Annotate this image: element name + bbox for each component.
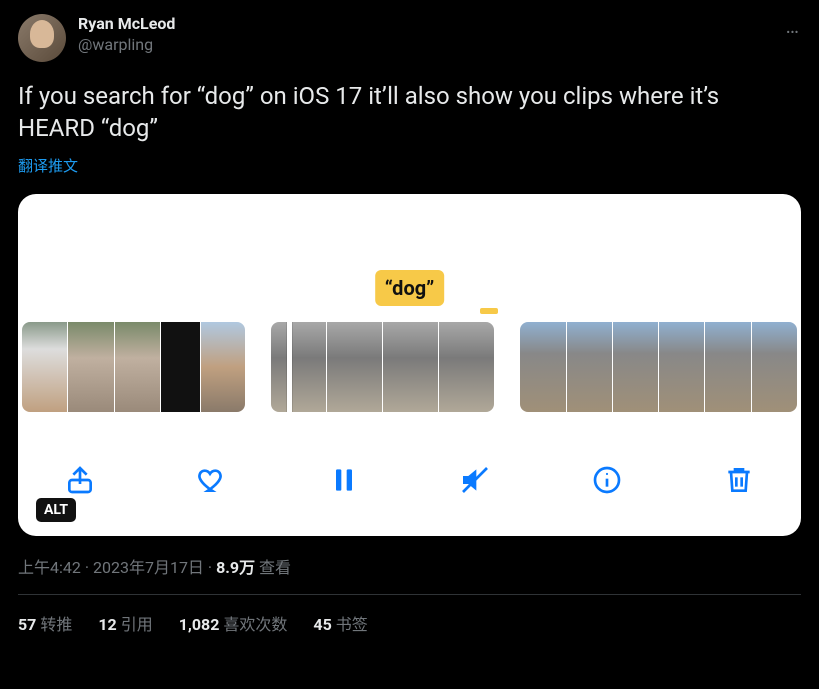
frame [161,322,200,412]
timeline-marker [480,308,498,314]
frame [705,322,750,412]
frame [201,322,244,412]
views-count: 8.9万 [216,558,255,577]
media-toolbar [18,460,801,500]
frame [327,322,382,412]
tweet-text: If you search for “dog” on iOS 17 it’ll … [18,80,801,145]
pause-icon[interactable] [324,460,364,500]
date[interactable]: 2023年7月17日 [93,558,204,577]
clip-strip [18,322,801,412]
trash-icon[interactable] [719,460,759,500]
search-tag: “dog” [375,270,445,306]
frame [567,322,612,412]
handle: @warpling [78,35,175,56]
frame [659,322,704,412]
frame [115,322,160,412]
time[interactable]: 上午4:42 [18,558,81,577]
frame [383,322,438,412]
frame [613,322,658,412]
tweet-header: Ryan McLeod @warpling … [18,14,801,62]
playhead[interactable] [287,322,292,412]
alt-badge[interactable]: ALT [36,498,76,522]
tweet-container: Ryan McLeod @warpling … If you search fo… [0,0,819,635]
quotes-stat[interactable]: 12引用 [98,611,152,635]
frame [22,322,67,412]
clip-thumbnail[interactable] [22,322,245,412]
avatar[interactable] [18,14,66,62]
translate-link[interactable]: 翻译推文 [18,155,801,176]
frame [68,322,113,412]
heart-icon[interactable] [192,460,232,500]
author-names[interactable]: Ryan McLeod @warpling [78,14,175,56]
frame [752,322,797,412]
frame [520,322,565,412]
clip-thumbnail[interactable] [520,322,797,412]
likes-stat[interactable]: 1,082喜欢次数 [179,611,288,635]
stats-row: 57转推 12引用 1,082喜欢次数 45书签 [18,595,801,635]
more-icon[interactable]: … [786,14,801,38]
display-name: Ryan McLeod [78,14,175,35]
media-card[interactable]: “dog” [18,194,801,536]
info-icon[interactable] [587,460,627,500]
tweet-meta: 上午4:42 · 2023年7月17日 · 8.9万 查看 [18,554,801,578]
retweets-stat[interactable]: 57转推 [18,611,72,635]
views-label: 查看 [255,558,291,577]
mute-icon[interactable] [455,460,495,500]
bookmarks-stat[interactable]: 45书签 [313,611,367,635]
clip-thumbnail[interactable] [271,322,495,412]
frame [271,322,326,412]
frame [439,322,494,412]
share-icon[interactable] [60,460,100,500]
